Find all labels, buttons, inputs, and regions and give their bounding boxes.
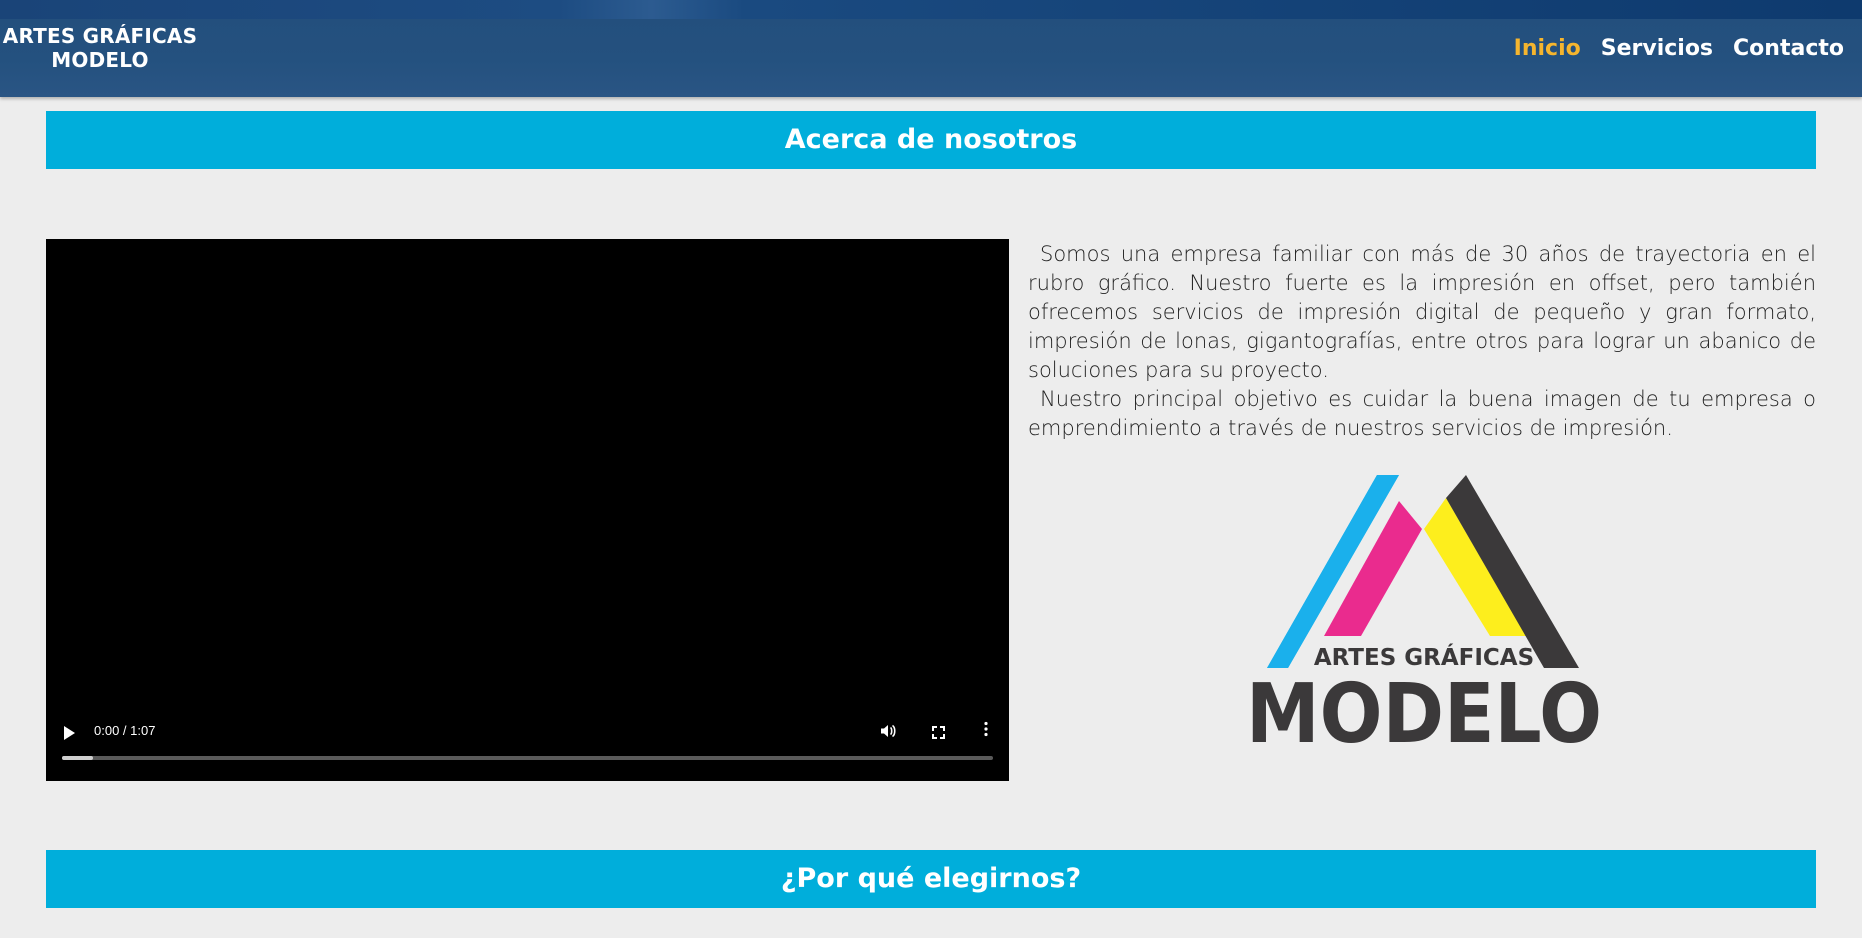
site-header: ARTES GRÁFICAS MODELO Inicio Servicios C… — [0, 0, 1862, 97]
about-paragraph-1: Somos una empresa familiar con más de 30… — [1028, 242, 1816, 382]
video-progress-bar[interactable] — [62, 756, 993, 760]
video-player[interactable]: 0:00 / 1:07 — [46, 239, 1009, 781]
volume-icon[interactable] — [880, 723, 896, 743]
about-section-title: Acerca de nosotros — [46, 111, 1816, 169]
company-logo: ARTES GRÁFICAS MODELO — [1244, 474, 1604, 762]
nav-servicios[interactable]: Servicios — [1601, 36, 1713, 61]
logo-line-2: MODELO — [1246, 667, 1602, 744]
brand-logo-text[interactable]: ARTES GRÁFICAS MODELO — [0, 24, 200, 72]
why-section-title: ¿Por qué elegirnos? — [46, 850, 1816, 908]
about-paragraph-2: Nuestro principal objetivo es cuidar la … — [1028, 387, 1816, 440]
fullscreen-icon[interactable] — [932, 726, 945, 739]
main-nav: Inicio Servicios Contacto — [1514, 36, 1844, 61]
brand-line-2: MODELO — [51, 48, 149, 72]
nav-inicio[interactable]: Inicio — [1514, 36, 1581, 61]
video-progress-fill — [62, 756, 93, 760]
about-description: Somos una empresa familiar con más de 30… — [1028, 240, 1816, 443]
play-icon[interactable] — [64, 726, 75, 740]
video-time: 0:00 / 1:07 — [94, 723, 156, 738]
brand-line-1: ARTES GRÁFICAS — [2, 24, 198, 48]
nav-contacto[interactable]: Contacto — [1733, 36, 1844, 61]
more-options-icon[interactable] — [983, 721, 989, 737]
header-top-stripe — [0, 0, 1862, 19]
